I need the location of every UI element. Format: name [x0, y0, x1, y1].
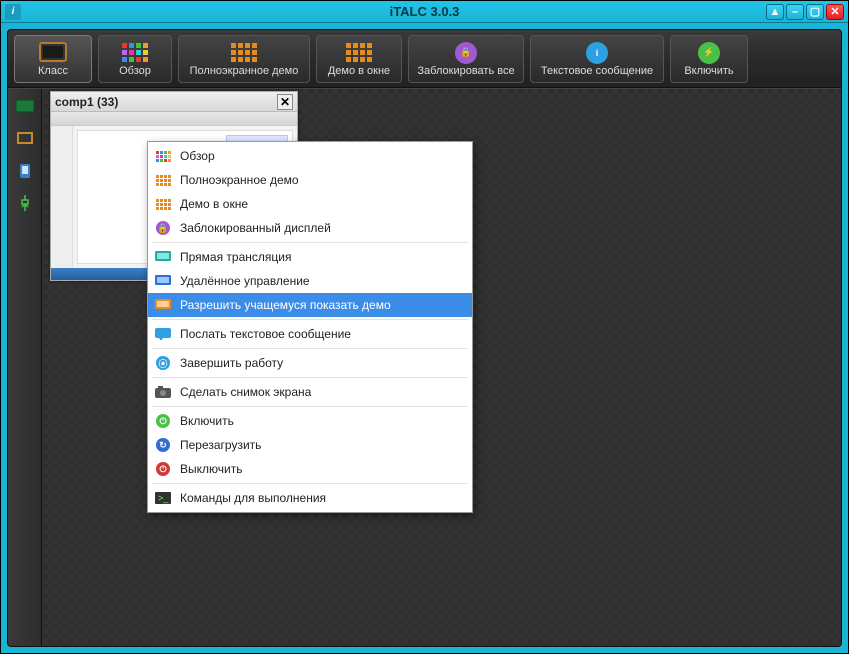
- client-close-button[interactable]: ✕: [277, 94, 293, 110]
- menu-item-label: Удалённое управление: [180, 274, 310, 288]
- window-demo-icon: [346, 41, 372, 65]
- lock-icon: 🔒: [455, 41, 477, 65]
- menu-item-label: Заблокированный дисплей: [180, 221, 331, 235]
- grid-multi-icon: [154, 148, 172, 164]
- sidebar-classroom-icon[interactable]: [13, 95, 37, 119]
- toolbar-text-message-button[interactable]: i Текстовое сообщение: [530, 35, 664, 83]
- msg-blue-icon: [154, 326, 172, 342]
- message-icon: i: [586, 41, 608, 65]
- camera-icon: [154, 384, 172, 400]
- toolbar-window-demo-button[interactable]: Демо в окне: [316, 35, 402, 83]
- classroom-icon: [39, 41, 67, 65]
- toolbar-fullscreen-demo-button[interactable]: Полноэкранное демо: [178, 35, 310, 83]
- toolbar-label: Включить: [684, 65, 733, 77]
- menu-item-label: Прямая трансляция: [180, 250, 291, 264]
- menu-item[interactable]: Полноэкранное демо: [148, 168, 472, 192]
- inner-frame: Класс Обзор Полноэкранное демо: [7, 29, 842, 647]
- client-title: comp1 (33): [55, 95, 118, 109]
- menu-item[interactable]: Удалённое управление: [148, 269, 472, 293]
- grid-orange-icon: [154, 196, 172, 212]
- window-body: Класс Обзор Полноэкранное демо: [1, 23, 848, 653]
- main-toolbar: Класс Обзор Полноэкранное демо: [8, 30, 841, 88]
- menu-item[interactable]: >_ Команды для выполнения: [148, 486, 472, 510]
- toolbar-label: Класс: [38, 65, 68, 77]
- menu-separator: [152, 377, 468, 378]
- toolbar-label: Полноэкранное демо: [190, 65, 299, 77]
- menu-item[interactable]: ⏻ Выключить: [148, 457, 472, 481]
- fullscreen-demo-icon: [231, 41, 257, 65]
- toolbar-label: Заблокировать все: [417, 65, 514, 77]
- app-window: i iTALC 3.0.3 ▲ – ▢ ✕ Класс: [0, 0, 849, 654]
- app-icon: i: [5, 4, 21, 20]
- circle-blue-icon: ⦿: [154, 355, 172, 371]
- menu-item-label: Завершить работу: [180, 356, 283, 370]
- minimize-button[interactable]: –: [786, 4, 804, 20]
- menu-item[interactable]: Послать текстовое сообщение: [148, 322, 472, 346]
- menu-item[interactable]: ⦿ Завершить работу: [148, 351, 472, 375]
- sidebar: [8, 89, 42, 646]
- menu-item[interactable]: ⏻ Включить: [148, 409, 472, 433]
- client-titlebar: comp1 (33) ✕: [51, 92, 297, 112]
- menu-separator: [152, 319, 468, 320]
- monitor-orange-icon: [154, 297, 172, 313]
- menu-item-label: Перезагрузить: [180, 438, 261, 452]
- window-title: iTALC 3.0.3: [390, 4, 460, 19]
- menu-item[interactable]: Разрешить учащемуся показать демо: [148, 293, 472, 317]
- menu-item-label: Включить: [180, 414, 234, 428]
- menu-item[interactable]: Демо в окне: [148, 192, 472, 216]
- grid-orange-icon: [154, 172, 172, 188]
- menu-item-label: Послать текстовое сообщение: [180, 327, 351, 341]
- toolbar-classroom-button[interactable]: Класс: [14, 35, 92, 83]
- monitor-blue-icon: [154, 273, 172, 289]
- workspace[interactable]: comp1 (33) ✕ ОбзорПол: [42, 89, 841, 646]
- circle-red-icon: ⏻: [154, 461, 172, 477]
- sidebar-screenshot-icon[interactable]: [13, 159, 37, 183]
- sidebar-monitor-icon[interactable]: [13, 127, 37, 151]
- toolbar-label: Обзор: [119, 65, 151, 77]
- svg-text:>_: >_: [158, 493, 169, 503]
- overview-icon: [122, 41, 148, 65]
- circle-blue2-icon: ↻: [154, 437, 172, 453]
- circle-green-icon: ⏻: [154, 413, 172, 429]
- menu-item[interactable]: Сделать снимок экрана: [148, 380, 472, 404]
- lock-purple-icon: 🔒: [154, 220, 172, 236]
- context-menu: Обзор Полноэкранное демо Демо в окне 🔒 Забло…: [147, 141, 473, 513]
- toolbar-overview-button[interactable]: Обзор: [98, 35, 172, 83]
- toolbar-lock-all-button[interactable]: 🔒 Заблокировать все: [408, 35, 524, 83]
- menu-item[interactable]: Обзор: [148, 144, 472, 168]
- menu-item-label: Команды для выполнения: [180, 491, 326, 505]
- keep-above-button[interactable]: ▲: [766, 4, 784, 20]
- menu-item-label: Обзор: [180, 149, 215, 163]
- toolbar-label: Демо в окне: [328, 65, 390, 77]
- menu-separator: [152, 406, 468, 407]
- menu-item[interactable]: 🔒 Заблокированный дисплей: [148, 216, 472, 240]
- maximize-button[interactable]: ▢: [806, 4, 824, 20]
- menu-item[interactable]: Прямая трансляция: [148, 245, 472, 269]
- menu-separator: [152, 242, 468, 243]
- toolbar-label: Текстовое сообщение: [541, 65, 653, 77]
- sidebar-config-icon[interactable]: [13, 191, 37, 215]
- close-button[interactable]: ✕: [826, 4, 844, 20]
- menu-item-label: Сделать снимок экрана: [180, 385, 311, 399]
- menu-item[interactable]: ↻ Перезагрузить: [148, 433, 472, 457]
- menu-item-label: Демо в окне: [180, 197, 248, 211]
- menu-item-label: Полноэкранное демо: [180, 173, 299, 187]
- titlebar[interactable]: i iTALC 3.0.3 ▲ – ▢ ✕: [1, 1, 848, 23]
- menu-item-label: Выключить: [180, 462, 242, 476]
- terminal-icon: >_: [154, 490, 172, 506]
- menu-separator: [152, 483, 468, 484]
- menu-item-label: Разрешить учащемуся показать демо: [180, 298, 391, 312]
- window-controls: ▲ – ▢ ✕: [766, 4, 848, 20]
- monitor-teal-icon: [154, 249, 172, 265]
- power-icon: ⚡: [698, 41, 720, 65]
- menu-separator: [152, 348, 468, 349]
- toolbar-power-on-button[interactable]: ⚡ Включить: [670, 35, 748, 83]
- content-area: comp1 (33) ✕ ОбзорПол: [8, 88, 841, 646]
